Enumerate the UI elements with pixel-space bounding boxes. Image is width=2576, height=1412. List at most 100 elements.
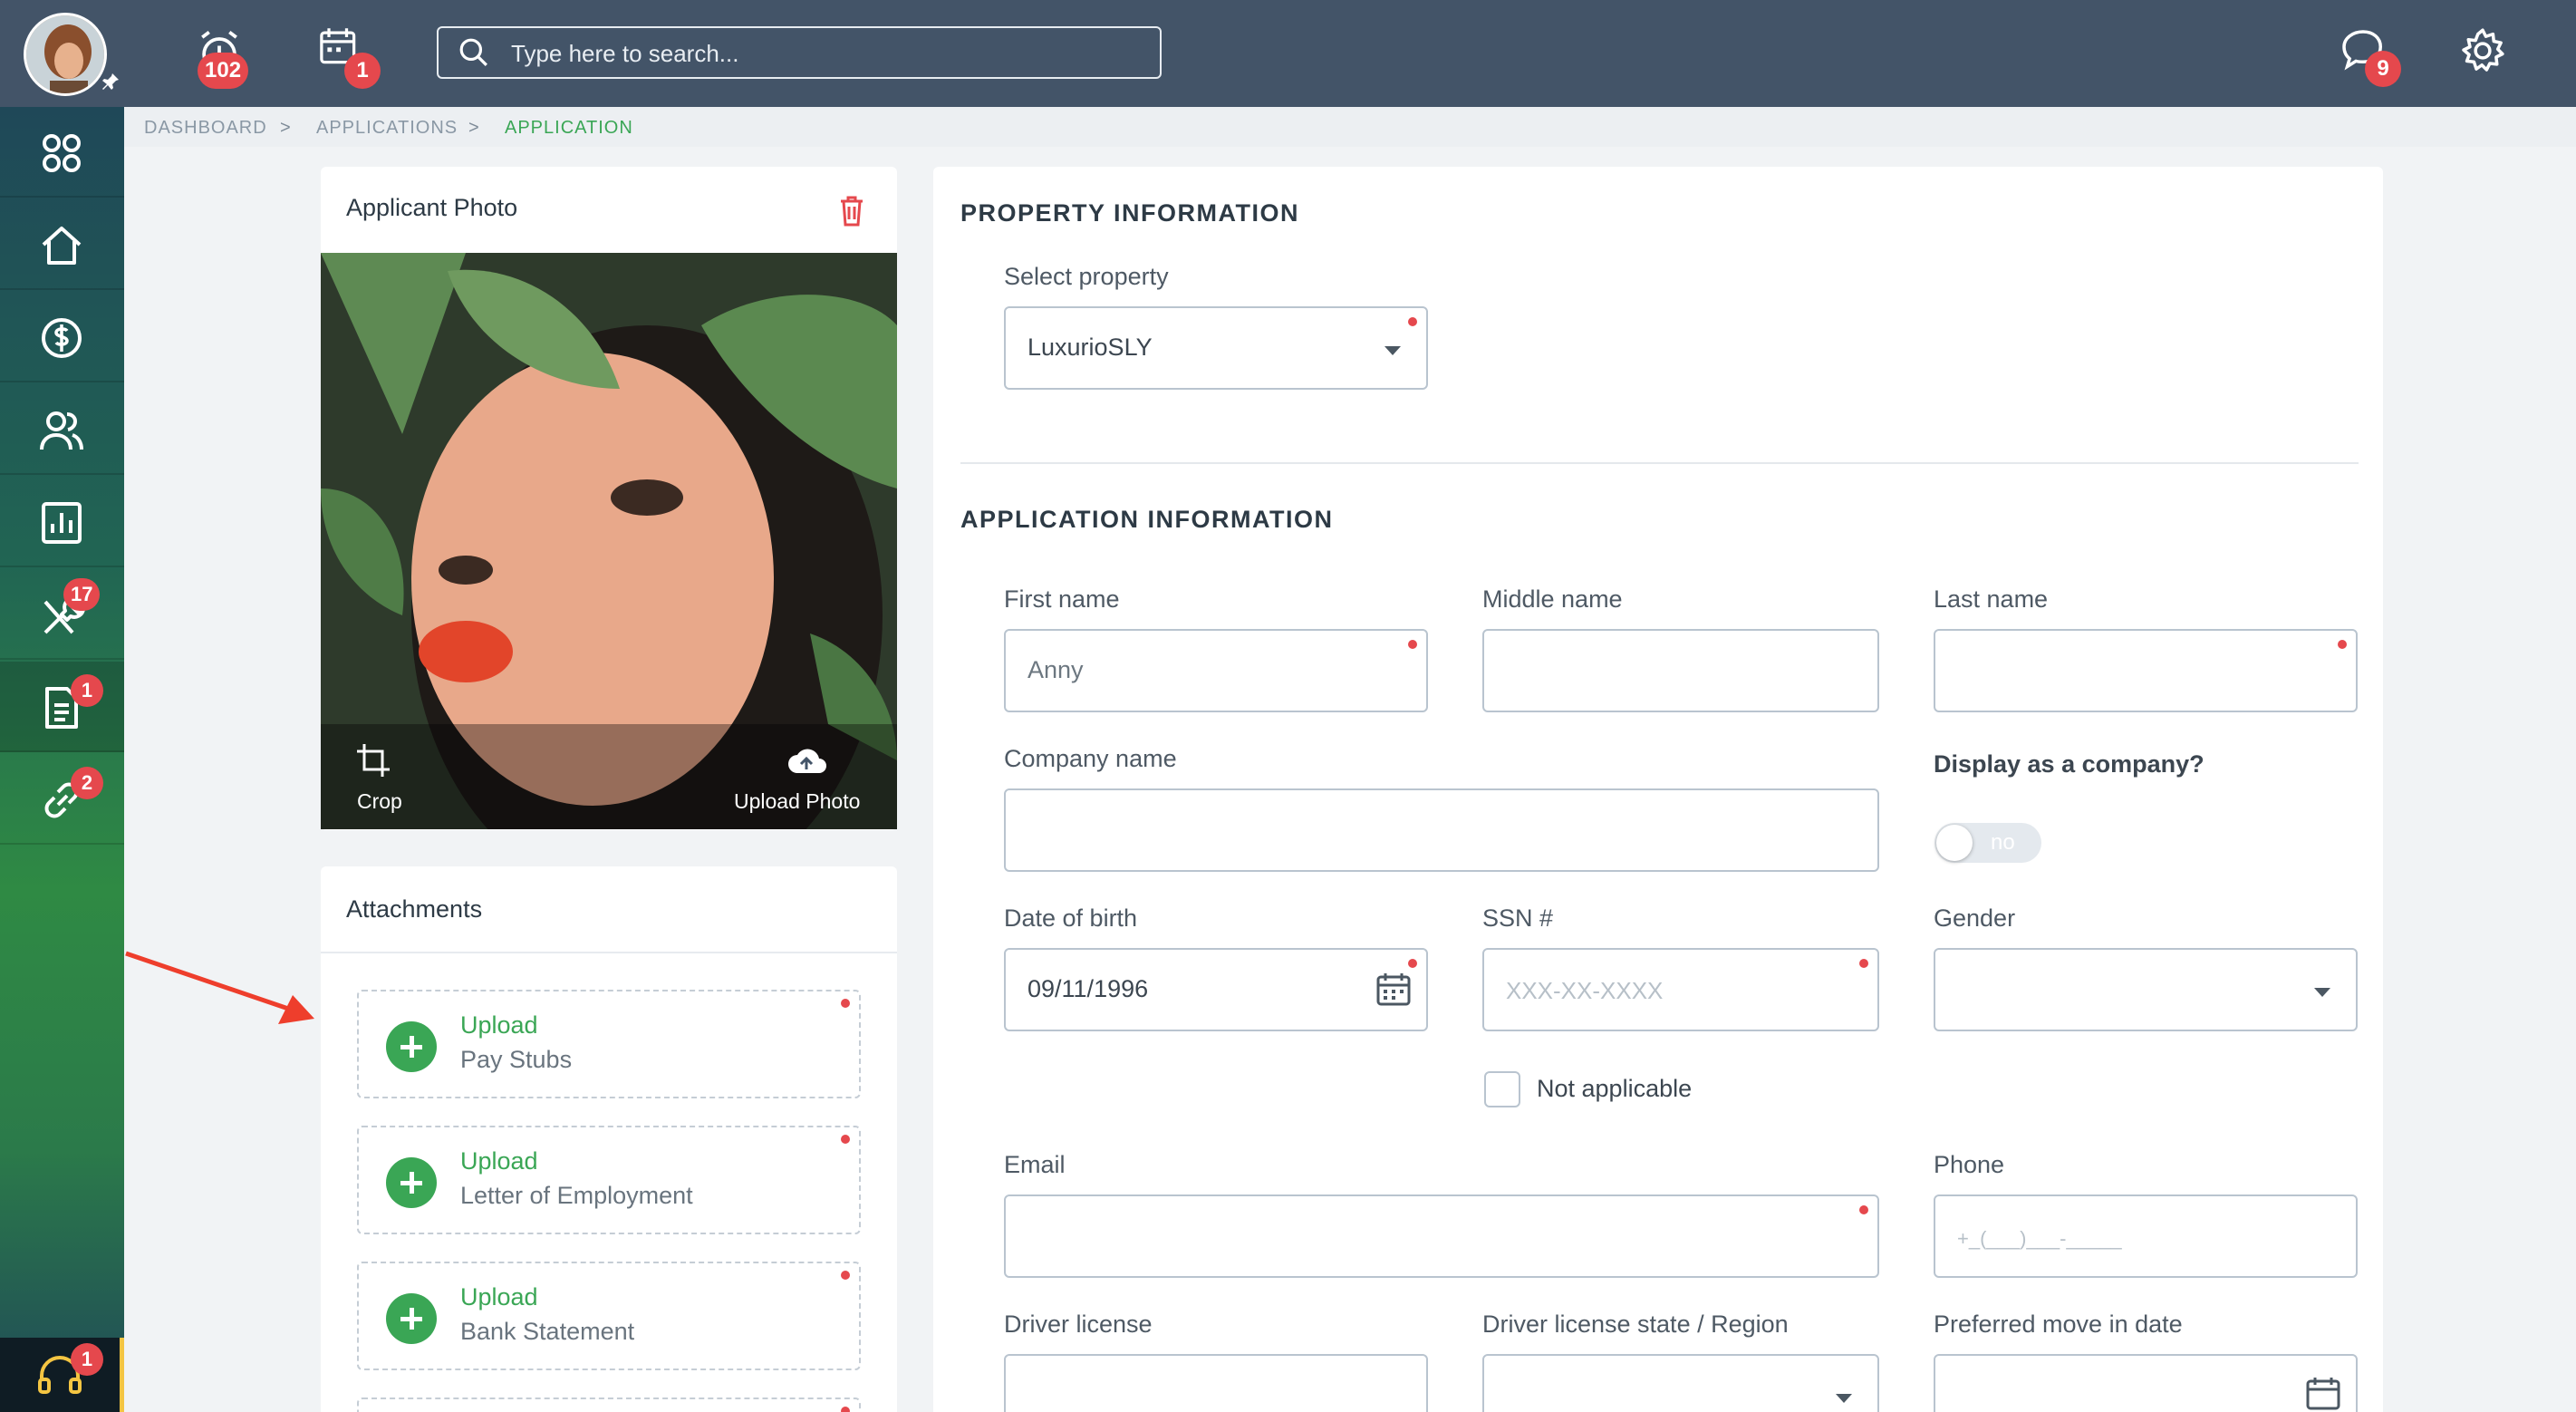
crop-button[interactable]: Crop <box>346 742 428 815</box>
required-indicator <box>841 1407 850 1412</box>
sidebar-item-links[interactable]: 2 <box>0 754 124 845</box>
sidebar-item-payments[interactable] <box>0 292 124 382</box>
breadcrumb-applications[interactable]: APPLICATIONS <box>316 118 458 139</box>
alarm-count-badge: 102 <box>198 53 249 89</box>
gear-icon <box>2462 28 2504 72</box>
applicant-photo: Crop Upload Photo <box>321 253 897 829</box>
upload-bank-statement[interactable]: Upload Bank Statement <box>357 1262 861 1370</box>
breadcrumb-application: APPLICATION <box>505 118 633 138</box>
trash-icon[interactable] <box>834 192 870 228</box>
crop-icon <box>357 744 390 777</box>
ssn-field[interactable]: XXX-XX-XXXX <box>1482 948 1879 1031</box>
middle-name-label: Middle name <box>1482 585 1623 613</box>
user-avatar[interactable] <box>24 13 107 96</box>
sidebar-item-people[interactable] <box>0 384 124 475</box>
search-input[interactable] <box>511 35 1145 72</box>
sidebar-item-maintenance[interactable]: 17 <box>0 569 124 660</box>
email-field[interactable] <box>1004 1194 1879 1278</box>
date-of-birth-value: 09/11/1996 <box>1028 975 1149 1002</box>
messages-button[interactable]: 9 <box>2338 25 2410 89</box>
phone-label: Phone <box>1934 1151 2005 1178</box>
upload-pay-stubs[interactable]: Upload Pay Stubs <box>357 990 861 1098</box>
chevron-right-icon: > <box>280 118 291 138</box>
support-badge: 1 <box>71 1343 103 1376</box>
attachments-title: Attachments <box>346 895 483 923</box>
upload-action-label: Upload <box>460 1147 538 1175</box>
maintenance-badge: 17 <box>63 578 101 611</box>
upload-photo-label: Upload Photo <box>734 789 861 813</box>
avatar-image <box>26 15 104 93</box>
plus-icon <box>386 1157 437 1208</box>
required-indicator <box>841 999 850 1008</box>
document-type-label: Bank Statement <box>460 1318 635 1345</box>
required-indicator <box>1859 959 1868 968</box>
property-section-title: PROPERTY INFORMATION <box>960 199 1300 227</box>
sidebar-item-applications[interactable]: 1 <box>0 662 124 752</box>
driver-license-state-select[interactable] <box>1482 1354 1879 1412</box>
calendar-icon[interactable] <box>2305 1376 2341 1412</box>
ssn-label: SSN # <box>1482 904 1554 932</box>
driver-license-field[interactable] <box>1004 1354 1428 1412</box>
upload-action-label: Upload <box>460 1283 538 1310</box>
sidebar-item-home[interactable] <box>0 199 124 290</box>
last-name-label: Last name <box>1934 585 2049 613</box>
not-applicable-checkbox[interactable] <box>1484 1071 1520 1107</box>
upload-action-label: Upload <box>460 1011 538 1039</box>
alarm-button[interactable]: 102 <box>192 25 256 89</box>
plus-icon <box>386 1021 437 1072</box>
middle-name-field[interactable] <box>1482 629 1879 712</box>
chevron-down-icon <box>1836 1394 1852 1403</box>
required-indicator <box>1408 317 1417 326</box>
driver-license-label: Driver license <box>1004 1310 1153 1338</box>
gender-select[interactable] <box>1934 948 2358 1031</box>
date-of-birth-field[interactable]: 09/11/1996 <box>1004 948 1428 1031</box>
calendar-icon[interactable] <box>1375 972 1412 1008</box>
upload-letter-of-employment[interactable]: Upload Letter of Employment <box>357 1126 861 1234</box>
sidebar: 17 1 2 <box>0 107 124 1412</box>
applicant-photo-title: Applicant Photo <box>346 194 518 221</box>
breadcrumb-dashboard[interactable]: DASHBOARD <box>144 118 267 139</box>
phone-field[interactable]: +_(___)___-_____ <box>1934 1194 2358 1278</box>
ssn-placeholder: XXX-XX-XXXX <box>1506 977 1664 1004</box>
property-select[interactable]: LuxurioSLY <box>1004 306 1428 390</box>
sidebar-item-reports[interactable] <box>0 477 124 567</box>
pin-icon[interactable] <box>100 71 121 92</box>
driver-license-state-label: Driver license state / Region <box>1482 1310 1789 1338</box>
toggle-knob <box>1936 825 1973 861</box>
first-name-label: First name <box>1004 585 1120 613</box>
search-icon <box>459 38 487 66</box>
required-indicator <box>2338 640 2347 649</box>
chart-icon <box>42 502 82 544</box>
required-indicator <box>841 1271 850 1280</box>
display-as-company-toggle[interactable]: no <box>1934 823 2041 863</box>
support-button[interactable]: 1 <box>0 1338 124 1412</box>
date-of-birth-label: Date of birth <box>1004 904 1138 932</box>
crop-label: Crop <box>357 789 402 813</box>
last-name-field[interactable] <box>1934 629 2358 712</box>
applications-badge: 1 <box>71 674 103 707</box>
not-applicable-label: Not applicable <box>1537 1075 1693 1102</box>
required-indicator <box>841 1135 850 1144</box>
calendar-button[interactable]: 1 <box>317 25 381 89</box>
messages-count-badge: 9 <box>2365 51 2401 87</box>
top-bar: 102 1 9 <box>0 0 2576 107</box>
company-name-field[interactable] <box>1004 788 1879 872</box>
divider <box>321 952 897 953</box>
upload-more[interactable] <box>357 1397 861 1412</box>
document-type-label: Letter of Employment <box>460 1182 693 1209</box>
upload-photo-button[interactable]: Upload Photo <box>734 742 888 815</box>
red-arrow-annotation <box>125 951 314 1024</box>
chevron-right-icon: > <box>468 118 479 138</box>
chevron-down-icon <box>1384 346 1401 355</box>
sidebar-item-apps[interactable] <box>0 107 124 198</box>
dollar-icon <box>42 318 82 358</box>
first-name-field[interactable]: Anny <box>1004 629 1428 712</box>
display-as-company-label: Display as a company? <box>1934 750 2205 778</box>
application-section-title: APPLICATION INFORMATION <box>960 506 1334 533</box>
settings-button[interactable] <box>2457 25 2515 83</box>
move-in-date-field[interactable] <box>1934 1354 2358 1412</box>
home-icon <box>42 227 82 265</box>
move-in-date-label: Preferred move in date <box>1934 1310 2183 1338</box>
search-box[interactable] <box>437 26 1162 79</box>
first-name-value: Anny <box>1028 656 1084 683</box>
